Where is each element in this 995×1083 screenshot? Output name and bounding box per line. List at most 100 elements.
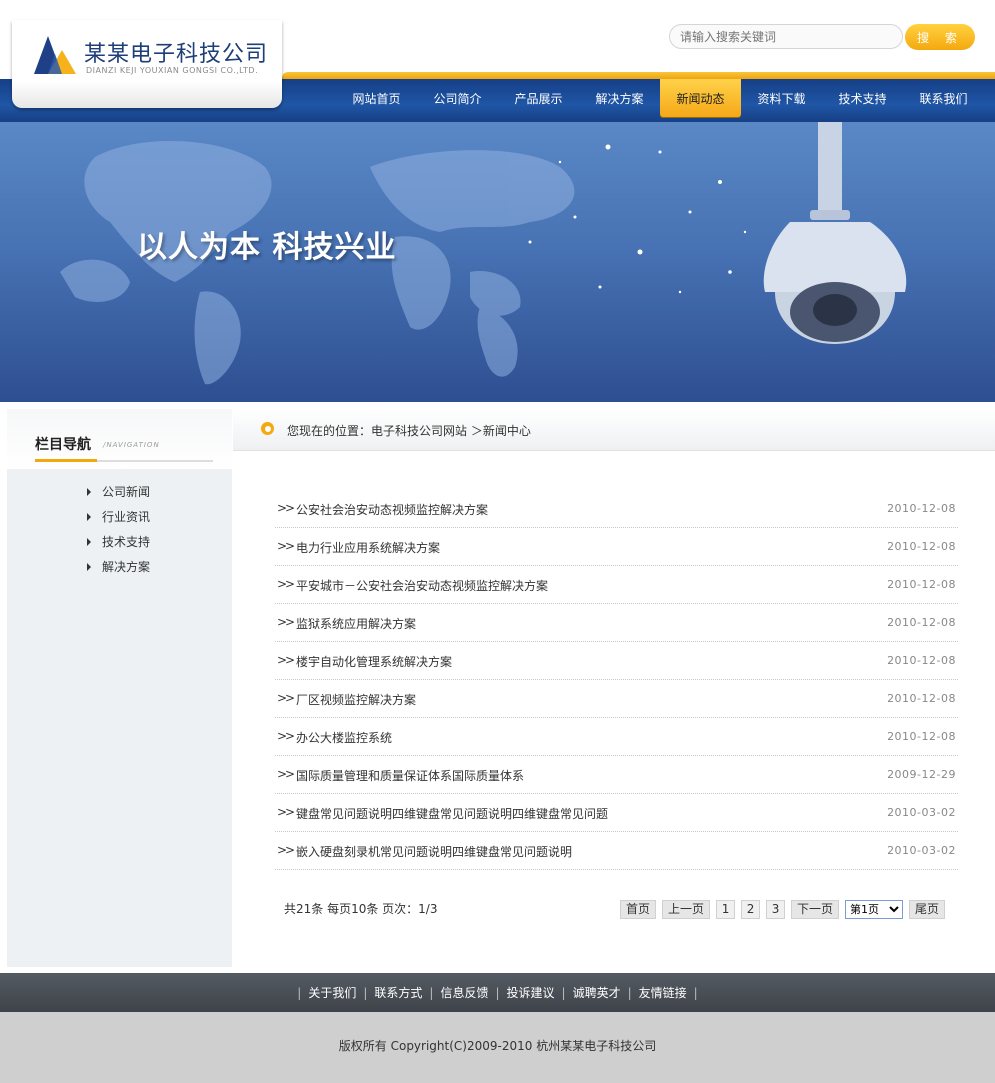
news-title[interactable]: 办公大楼监控系统 xyxy=(296,729,392,746)
news-title[interactable]: 公安社会治安动态视频监控解决方案 xyxy=(296,501,488,518)
news-date: 2009-12-29 xyxy=(887,768,956,781)
sidebar-item-industry-news[interactable]: 行业资讯 xyxy=(87,504,150,529)
news-title[interactable]: 楼宇自动化管理系统解决方案 xyxy=(296,653,452,670)
sidebar-item-label: 公司新闻 xyxy=(102,485,151,499)
news-date: 2010-03-02 xyxy=(887,806,956,819)
last-page-button[interactable]: 尾页 xyxy=(909,900,946,919)
first-page-button[interactable]: 首页 xyxy=(620,900,657,919)
footer-copyright-bar: 版权所有 Copyright(C)2009-2010 杭州某某电子科技公司 xyxy=(0,1012,995,1083)
triangle-right-icon xyxy=(87,512,91,521)
footer-separator: | xyxy=(429,985,434,1000)
logo-icon xyxy=(34,36,76,74)
footer-link-complaints[interactable]: 投诉建议 xyxy=(507,984,555,1001)
footer-separator: | xyxy=(627,985,632,1000)
prev-page-button[interactable]: 上一页 xyxy=(662,900,711,919)
main-nav: 网站首页 公司简介 产品展示 解决方案 新闻动态 资料下载 技术支持 联系我们 xyxy=(336,79,984,122)
footer-link-feedback[interactable]: 信息反馈 xyxy=(440,984,488,1001)
news-date: 2010-12-08 xyxy=(887,654,956,667)
company-name-pinyin: DIANZI KEJI YOUXIAN GONGSI CO.,LTD. xyxy=(86,66,259,75)
list-item[interactable]: >> 楼宇自动化管理系统解决方案 2010-12-08 xyxy=(275,642,958,680)
triangle-right-icon xyxy=(87,487,91,496)
list-item[interactable]: >> 嵌入硬盘刻录机常见问题说明四维键盘常见问题说明 2010-03-02 xyxy=(275,832,958,870)
footer-separator: | xyxy=(561,985,566,1000)
news-list: >> 公安社会治安动态视频监控解决方案 2010-12-08 >> 电力行业应用… xyxy=(275,490,958,870)
nav-item-news[interactable]: 新闻动态 xyxy=(660,79,741,117)
location-dot-icon xyxy=(261,422,274,435)
footer-link-about[interactable]: 关于我们 xyxy=(308,984,356,1001)
list-item[interactable]: >> 键盘常见问题说明四维键盘常见问题说明四维键盘常见问题 2010-03-02 xyxy=(275,794,958,832)
nav-item-products[interactable]: 产品展示 xyxy=(498,79,579,117)
footer-link-friends[interactable]: 友情链接 xyxy=(639,984,687,1001)
search-button[interactable]: 搜 索 xyxy=(905,24,975,50)
nav-item-about[interactable]: 公司简介 xyxy=(417,79,498,117)
triangle-right-icon xyxy=(87,537,91,546)
sidebar: 栏目导航 /NAVIGATION 公司新闻 行业资讯 技术支持 解决方案 xyxy=(7,409,232,967)
page-select[interactable]: 第1页 xyxy=(845,900,904,919)
search-input[interactable] xyxy=(669,24,903,49)
double-chevron-right-icon: >> xyxy=(277,805,295,819)
banner-slogan: 以人为本 科技兴业 xyxy=(137,230,397,265)
nav-item-contact[interactable]: 联系我们 xyxy=(903,79,984,117)
news-title[interactable]: 平安城市－公安社会治安动态视频监控解决方案 xyxy=(296,577,548,594)
next-page-button[interactable]: 下一页 xyxy=(791,900,840,919)
dome-camera-image xyxy=(763,122,907,344)
sidebar-list: 公司新闻 行业资讯 技术支持 解决方案 xyxy=(87,479,150,579)
sidebar-item-company-news[interactable]: 公司新闻 xyxy=(87,479,150,504)
list-item[interactable]: >> 国际质量管理和质量保证体系国际质量体系 2009-12-29 xyxy=(275,756,958,794)
copyright-text: 版权所有 Copyright(C)2009-2010 杭州某某电子科技公司 xyxy=(338,1039,657,1053)
double-chevron-right-icon: >> xyxy=(277,615,295,629)
news-date: 2010-12-08 xyxy=(887,578,956,591)
pagination: 首页 上一页 1 2 3 下一页 第1页 尾页 xyxy=(620,900,951,919)
site-header: 某某电子科技公司 DIANZI KEJI YOUXIAN GONGSI CO.,… xyxy=(0,0,995,122)
news-date: 2010-12-08 xyxy=(887,502,956,515)
double-chevron-right-icon: >> xyxy=(277,653,295,667)
sidebar-item-tech-support[interactable]: 技术支持 xyxy=(87,529,150,554)
footer-links: | 关于我们 | 联系方式 | 信息反馈 | 投诉建议 | 诚聘英才 | 友情链… xyxy=(0,973,995,1012)
footer-separator: | xyxy=(297,985,302,1000)
sidebar-item-label: 解决方案 xyxy=(102,560,151,574)
news-title[interactable]: 嵌入硬盘刻录机常见问题说明四维键盘常见问题说明 xyxy=(296,843,572,860)
footer-link-contact[interactable]: 联系方式 xyxy=(374,984,422,1001)
page-number-button[interactable]: 2 xyxy=(741,900,761,919)
list-item[interactable]: >> 平安城市－公安社会治安动态视频监控解决方案 2010-12-08 xyxy=(275,566,958,604)
news-title[interactable]: 监狱系统应用解决方案 xyxy=(296,615,416,632)
sidebar-header: 栏目导航 /NAVIGATION xyxy=(7,409,232,469)
sidebar-item-label: 技术支持 xyxy=(102,535,151,549)
breadcrumb: 您现在的位置：电子科技公司网站 ＞新闻中心 xyxy=(233,409,995,451)
news-date: 2010-12-08 xyxy=(887,540,956,553)
double-chevron-right-icon: >> xyxy=(277,539,295,553)
news-date: 2010-12-08 xyxy=(887,616,956,629)
page-number-button[interactable]: 1 xyxy=(716,900,736,919)
nav-item-solutions[interactable]: 解决方案 xyxy=(579,79,660,117)
news-title[interactable]: 电力行业应用系统解决方案 xyxy=(296,539,440,556)
company-name: 某某电子科技公司 xyxy=(84,42,269,67)
nav-item-downloads[interactable]: 资料下载 xyxy=(741,79,822,117)
logo-card[interactable]: 某某电子科技公司 DIANZI KEJI YOUXIAN GONGSI CO.,… xyxy=(12,20,282,108)
footer-separator: | xyxy=(495,985,500,1000)
footer-separator: | xyxy=(363,985,368,1000)
list-item[interactable]: >> 厂区视频监控解决方案 2010-12-08 xyxy=(275,680,958,718)
double-chevron-right-icon: >> xyxy=(277,767,295,781)
news-title[interactable]: 键盘常见问题说明四维键盘常见问题说明四维键盘常见问题 xyxy=(296,805,608,822)
double-chevron-right-icon: >> xyxy=(277,729,295,743)
news-date: 2010-12-08 xyxy=(887,692,956,705)
double-chevron-right-icon: >> xyxy=(277,501,295,515)
list-item[interactable]: >> 电力行业应用系统解决方案 2010-12-08 xyxy=(275,528,958,566)
news-date: 2010-12-08 xyxy=(887,730,956,743)
list-item[interactable]: >> 公安社会治安动态视频监控解决方案 2010-12-08 xyxy=(275,490,958,528)
list-item[interactable]: >> 办公大楼监控系统 2010-12-08 xyxy=(275,718,958,756)
footer-links-bar: | 关于我们 | 联系方式 | 信息反馈 | 投诉建议 | 诚聘英才 | 友情链… xyxy=(0,973,995,1012)
footer-separator: | xyxy=(693,985,698,1000)
nav-item-home[interactable]: 网站首页 xyxy=(336,79,417,117)
sidebar-item-solutions[interactable]: 解决方案 xyxy=(87,554,150,579)
news-title[interactable]: 厂区视频监控解决方案 xyxy=(296,691,416,708)
double-chevron-right-icon: >> xyxy=(277,843,295,857)
double-chevron-right-icon: >> xyxy=(277,691,295,705)
list-item[interactable]: >> 监狱系统应用解决方案 2010-12-08 xyxy=(275,604,958,642)
page-number-button[interactable]: 3 xyxy=(766,900,786,919)
nav-item-support[interactable]: 技术支持 xyxy=(822,79,903,117)
sidebar-subtitle: /NAVIGATION xyxy=(103,441,160,449)
header-accent-strip xyxy=(282,72,995,79)
footer-link-careers[interactable]: 诚聘英才 xyxy=(573,984,621,1001)
news-title[interactable]: 国际质量管理和质量保证体系国际质量体系 xyxy=(296,767,524,784)
